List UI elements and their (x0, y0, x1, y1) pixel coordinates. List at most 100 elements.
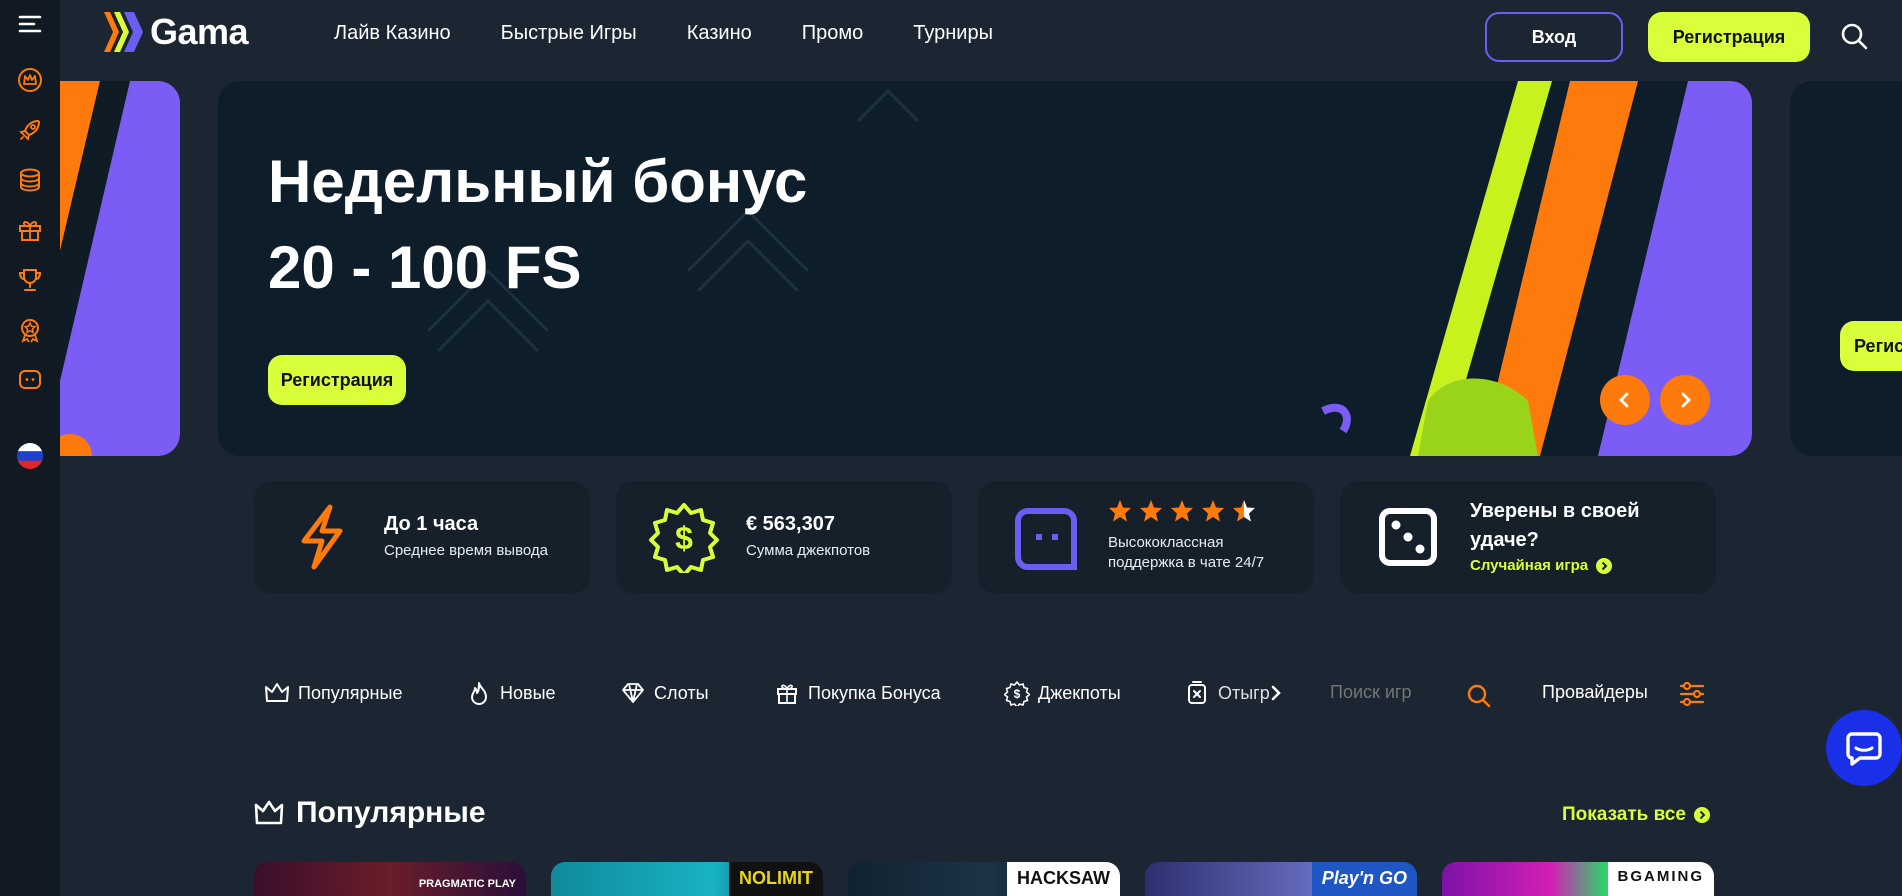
dollar-gear-icon: $ (1004, 681, 1030, 706)
banner-title-line2: 20 - 100 FS (268, 234, 582, 301)
search-icon[interactable] (1466, 683, 1492, 709)
category-popular[interactable]: Популярные (264, 676, 402, 710)
support-line2: поддержка в чате 24/7 (1108, 554, 1265, 571)
category-new[interactable]: Новые (466, 676, 556, 710)
arrow-circle-icon (1693, 807, 1710, 823)
category-label: Джекпоты (1038, 682, 1121, 703)
game-card[interactable]: BGAMING (1442, 862, 1714, 896)
chat-icon (1846, 732, 1882, 766)
show-all-link[interactable]: Показать все (1562, 804, 1710, 826)
logo[interactable]: Gama (102, 8, 249, 56)
provider-badge: NOLIMIT (729, 862, 823, 896)
logo-text: Gama (150, 11, 249, 52)
game-card[interactable]: NOLIMIT (551, 862, 823, 896)
support-line1: Высококлассная (1108, 534, 1224, 551)
providers-label[interactable]: Провайдеры (1542, 682, 1648, 703)
banner-next-register-button[interactable]: Регис (1840, 321, 1902, 371)
random-title-line2: удаче? (1470, 529, 1539, 551)
rocket-icon[interactable] (12, 112, 48, 148)
star-icon (1233, 500, 1255, 522)
category-bonus-buy[interactable]: Покупка Бонуса (774, 676, 941, 710)
trophy-icon[interactable] (12, 262, 48, 298)
nav-live-casino[interactable]: Лайв Казино (334, 22, 451, 45)
nav-fast-games[interactable]: Быстрые Игры (501, 22, 637, 45)
chevron-right-icon (1681, 392, 1691, 408)
live-chat-button[interactable] (1826, 710, 1902, 786)
category-wagering[interactable]: Отыгр (1184, 676, 1270, 710)
category-scroll-right-icon[interactable] (1268, 684, 1284, 702)
chat-bubble-icon[interactable] (12, 362, 48, 398)
feature-subtitle: Сумма джекпотов (746, 542, 871, 559)
logo-chevrons-icon (104, 12, 143, 52)
arrow-circle-icon (1596, 557, 1613, 574)
crown-icon[interactable] (12, 62, 48, 98)
star-icon (1109, 500, 1131, 522)
section-title-text: Популярные (296, 796, 486, 829)
game-card[interactable]: PRAGMATIC PLAY (254, 862, 526, 896)
nav-promo[interactable]: Промо (802, 22, 864, 45)
filter-sliders-icon[interactable] (1678, 680, 1706, 708)
login-button[interactable]: Вход (1485, 12, 1623, 62)
coins-stack-icon[interactable] (12, 162, 48, 198)
nav-tournaments[interactable]: Турниры (913, 22, 993, 45)
flame-icon (471, 682, 487, 705)
category-label: Новые (500, 682, 556, 703)
random-title-line1: Уверены в своей (1470, 500, 1640, 522)
game-card[interactable]: HACKSAW (848, 862, 1120, 896)
dice-icon (1379, 508, 1437, 566)
category-label: Слоты (654, 682, 709, 703)
banner-prev-art (60, 81, 180, 456)
search-icon[interactable] (1838, 20, 1870, 52)
medal-icon[interactable] (12, 312, 48, 348)
chevron-left-icon (1619, 392, 1629, 408)
provider-badge: HACKSAW (1007, 862, 1120, 896)
rating-stars (1108, 499, 1256, 523)
show-all-label: Показать все (1562, 804, 1686, 825)
category-slots[interactable]: Слоты (620, 676, 709, 710)
provider-badge: PRAGMATIC PLAY (418, 878, 516, 890)
star-icon (1202, 500, 1224, 522)
section-popular-title: Популярные (254, 796, 486, 830)
lightning-icon (301, 504, 343, 570)
russia-flag-icon[interactable] (12, 438, 48, 474)
category-label: Покупка Бонуса (808, 682, 941, 703)
random-game-label: Случайная игра (1470, 557, 1589, 574)
banner-prev-slide[interactable] (60, 81, 180, 456)
category-jackpots[interactable]: $ Джекпоты (1004, 676, 1121, 710)
svg-text:$: $ (1014, 687, 1021, 701)
category-label: Популярные (298, 682, 403, 703)
feature-jackpot: $ € 563,307 Сумма джекпотов (616, 481, 952, 594)
register-button[interactable]: Регистрация (1648, 12, 1810, 62)
diamond-icon (622, 683, 644, 703)
timer-icon (1188, 681, 1206, 704)
sidebar (0, 0, 60, 896)
provider-badge: Play'n GO (1311, 862, 1417, 896)
slider-prev-button[interactable] (1600, 375, 1650, 425)
jackpot-amount: € 563,307 (746, 513, 835, 535)
star-icon (1140, 500, 1162, 522)
feature-subtitle: Среднее время вывода (384, 542, 548, 559)
game-card[interactable]: Play'n GO (1145, 862, 1417, 896)
crown-icon (265, 683, 289, 702)
provider-badge: BGAMING (1607, 862, 1714, 896)
banner-next-slide[interactable]: Регис (1790, 81, 1902, 456)
banner-title-line1: Недельный бонус (268, 148, 808, 215)
hero-banner: Недельный бонус 20 - 100 FS Регистрация (218, 81, 1752, 456)
gift-icon[interactable] (12, 212, 48, 248)
menu-icon[interactable] (12, 6, 48, 42)
chat-face-icon (1015, 508, 1077, 570)
feature-random-game: Уверены в своей удаче? Случайная игра (1340, 481, 1716, 594)
support-text: Высококлассная поддержка в чате 24/7 (1108, 533, 1264, 573)
feature-withdrawal: До 1 часа Среднее время вывода (254, 481, 590, 594)
nav-casino[interactable]: Казино (687, 22, 752, 45)
feature-title: До 1 часа (384, 513, 479, 535)
banner-register-button[interactable]: Регистрация (268, 355, 406, 405)
random-title: Уверены в своей удаче? (1470, 497, 1640, 555)
random-game-link[interactable]: Случайная игра (1470, 557, 1613, 574)
category-label: Отыгр (1218, 682, 1270, 703)
svg-text:$: $ (675, 520, 693, 556)
slider-next-button[interactable] (1660, 375, 1710, 425)
feature-support: Высококлассная поддержка в чате 24/7 (978, 481, 1314, 594)
star-icon (1171, 500, 1193, 522)
main-nav: Лайв Казино Быстрые Игры Казино Промо Ту… (334, 22, 993, 45)
